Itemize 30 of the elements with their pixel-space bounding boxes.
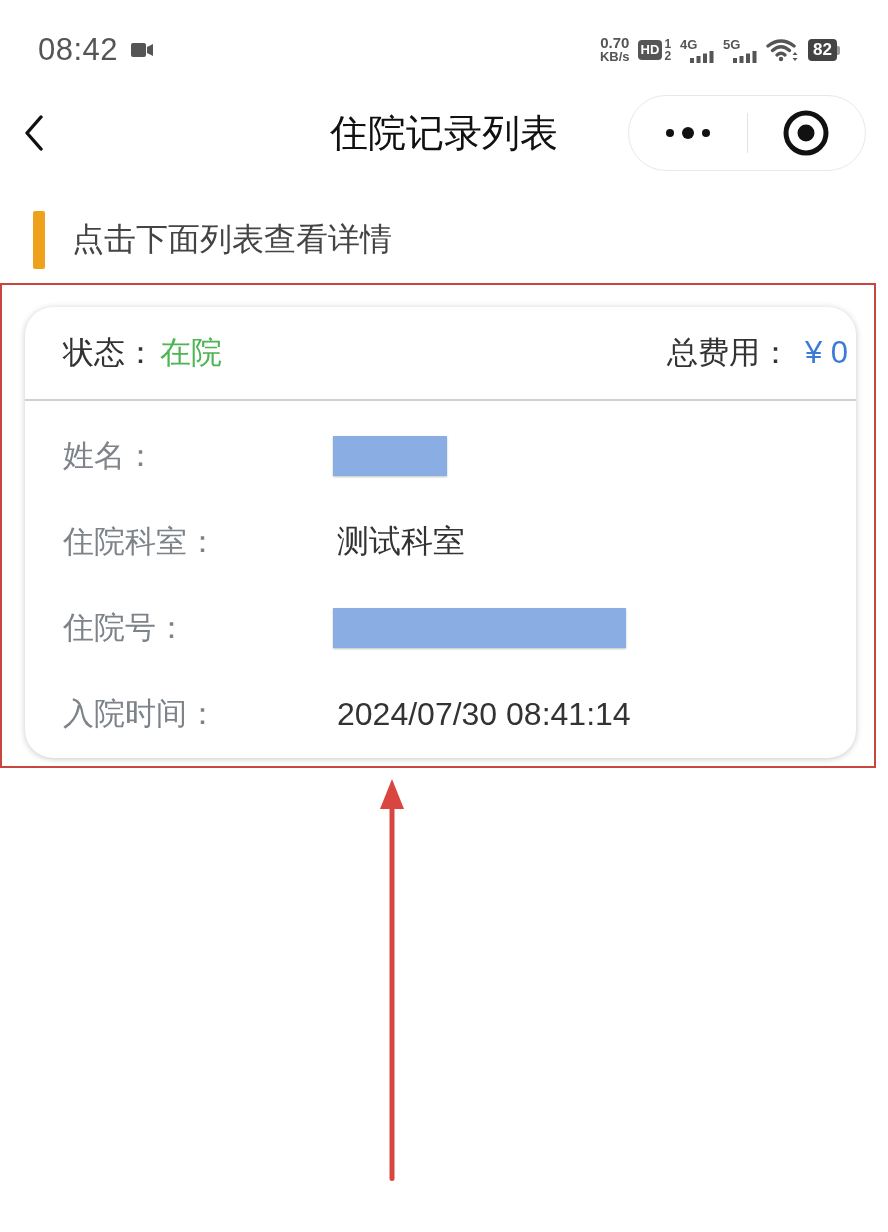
status-label: 状态： (63, 334, 156, 372)
field-label: 姓名： (63, 437, 157, 475)
status-time: 08:42 (38, 32, 119, 68)
back-button[interactable] (22, 113, 46, 153)
record-card[interactable]: 状态：在院 总费用： ¥ 0 姓名： 住院科室： 测试科室 住院号： 入院时间： 2024/07/30 08:41:14 (25, 307, 856, 758)
total-cost-label: 总费用： (666, 334, 791, 372)
field-label: 入院时间： (63, 695, 219, 733)
back-chevron-icon (24, 115, 44, 151)
video-camera-icon (131, 43, 154, 57)
signal-icon (733, 50, 758, 63)
target-circle-icon (783, 110, 830, 156)
hd-label: HD (637, 40, 663, 60)
more-dots-icon (664, 126, 711, 140)
status-value: 在院 (160, 334, 222, 372)
field-label: 住院号： (63, 609, 188, 647)
accent-bar (33, 211, 45, 269)
total-cost-value: ¥ 0 (804, 335, 848, 371)
network-speed-unit: KB/s (600, 50, 630, 64)
page-title: 住院记录列表 (329, 110, 559, 156)
sim-slot-label: 1 (664, 38, 672, 50)
hint-text: 点击下面列表查看详情 (72, 220, 392, 259)
sim-slot-label: 2 (664, 50, 672, 62)
battery-indicator: 82 (808, 39, 840, 61)
field-value: 测试科室 (337, 522, 465, 561)
network-type-label: 4G (680, 37, 698, 51)
signal-icon (690, 50, 715, 63)
field-value: 2024/07/30 08:41:14 (337, 695, 631, 733)
network-type-label: 5G (723, 37, 741, 51)
field-label: 住院科室： (63, 523, 219, 561)
network-speed: 0.70 (600, 36, 630, 50)
